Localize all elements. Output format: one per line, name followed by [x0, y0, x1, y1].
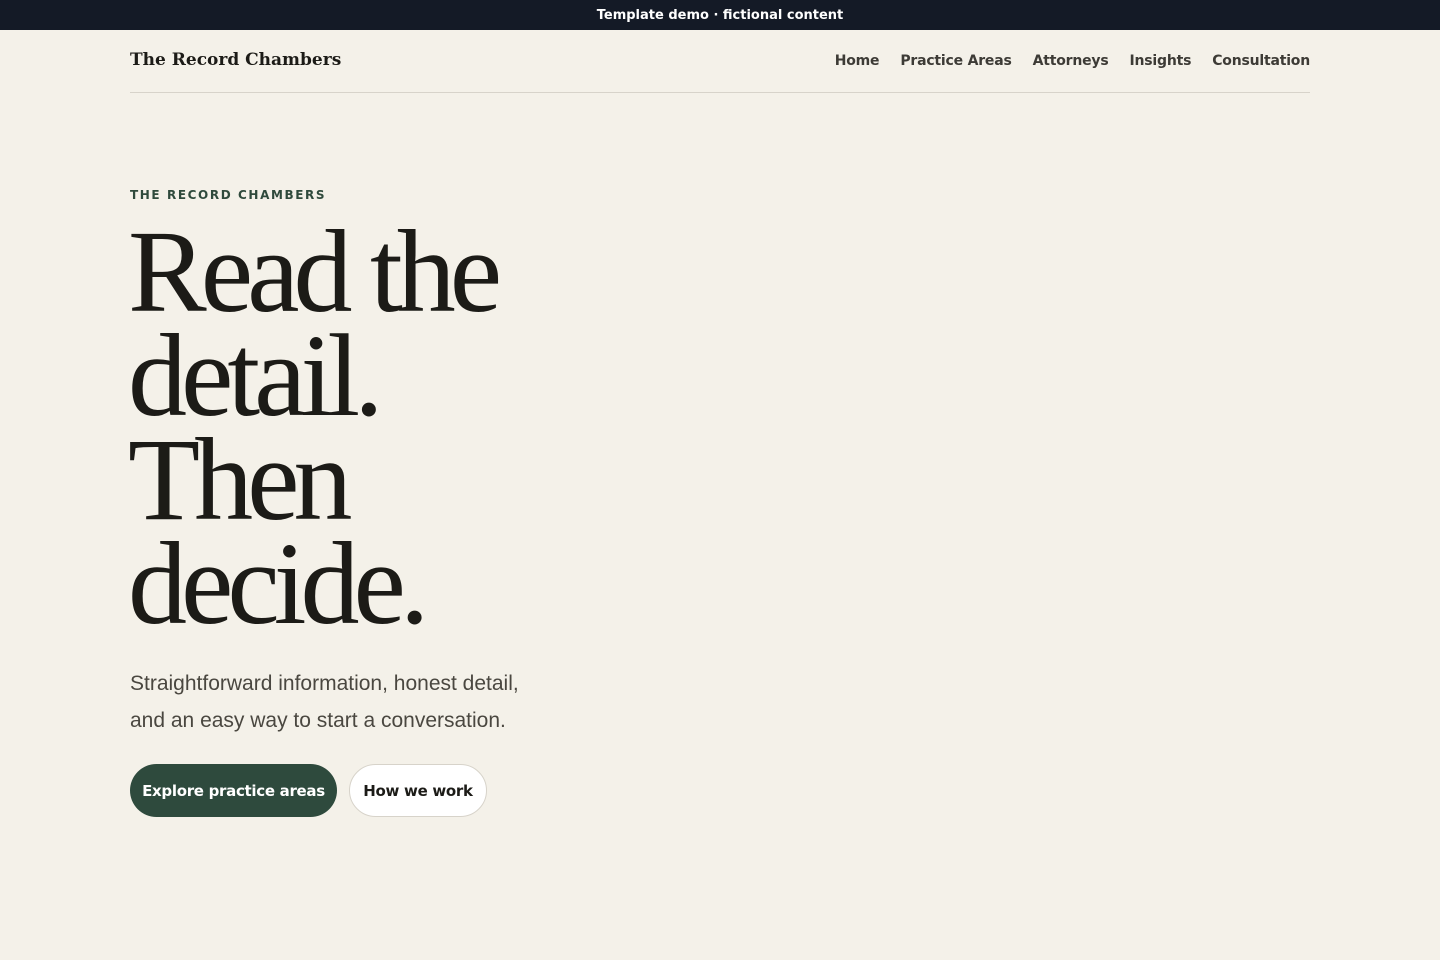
headline-line: detail.: [128, 310, 384, 441]
brand-logo[interactable]: The Record Chambers: [130, 50, 341, 70]
nav-insights[interactable]: Insights: [1129, 53, 1191, 69]
subtext-line: and an easy way to start a conversation.: [130, 709, 506, 732]
nav-home[interactable]: Home: [835, 53, 880, 69]
hero-eyebrow: THE RECORD CHAMBERS: [130, 188, 327, 202]
headline-line: Read the: [128, 206, 502, 337]
nav-consultation[interactable]: Consultation: [1212, 53, 1310, 69]
explore-practice-areas-button[interactable]: Explore practice areas: [130, 764, 337, 817]
nav-attorneys[interactable]: Attorneys: [1033, 53, 1109, 69]
site-header: The Record Chambers Home Practice Areas …: [130, 30, 1310, 93]
hero-subtext: Straightforward information, honest deta…: [130, 665, 600, 739]
hero-actions: Explore practice areas How we work: [130, 764, 487, 817]
demo-banner: Template demo · fictional content: [0, 0, 1440, 30]
headline-line: Then: [128, 414, 352, 545]
demo-banner-text: Template demo · fictional content: [596, 7, 844, 23]
hero-headline: Read the detail. Then decide.: [128, 206, 748, 649]
nav-practice-areas[interactable]: Practice Areas: [900, 53, 1011, 69]
main-nav: Home Practice Areas Attorneys Insights C…: [814, 53, 1311, 69]
how-we-work-button[interactable]: How we work: [349, 764, 487, 817]
headline-line: decide.: [128, 518, 429, 649]
subtext-line: Straightforward information, honest deta…: [130, 672, 519, 695]
